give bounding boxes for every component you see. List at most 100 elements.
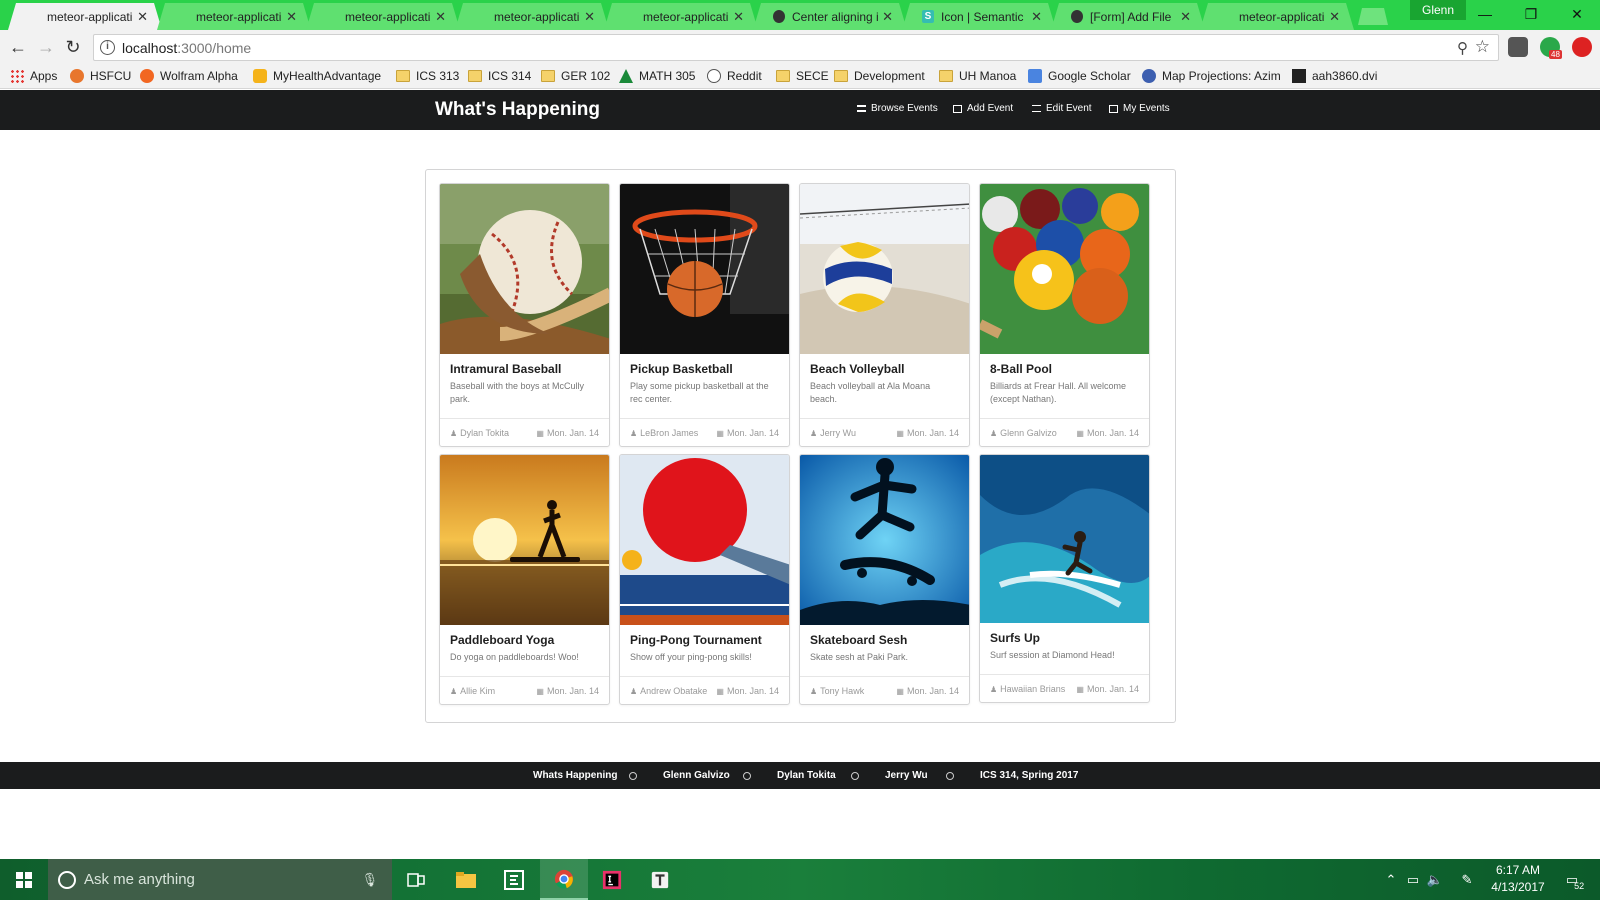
microphone-icon[interactable]: 🎙 bbox=[361, 872, 378, 888]
file-explorer-button[interactable] bbox=[442, 859, 490, 900]
pocket-extension-icon[interactable] bbox=[1508, 37, 1528, 57]
circle-icon bbox=[851, 772, 859, 780]
menu-my-events[interactable]: My Events bbox=[1109, 103, 1170, 114]
footer-item-dylan-tokita[interactable]: Dylan Tokita bbox=[777, 770, 836, 781]
close-icon[interactable]: ✕ bbox=[1031, 9, 1042, 25]
close-icon[interactable]: ✕ bbox=[733, 9, 744, 25]
bookmark-math-305[interactable]: MATH 305 bbox=[619, 69, 695, 83]
event-title[interactable]: Pickup Basketball bbox=[630, 362, 779, 376]
reload-icon[interactable]: ↻ bbox=[62, 36, 84, 58]
profile-button[interactable]: Glenn bbox=[1410, 0, 1467, 20]
footer-item-course[interactable]: ICS 314, Spring 2017 bbox=[980, 770, 1078, 781]
start-button[interactable] bbox=[0, 859, 48, 900]
browser-tab[interactable]: [Form] Add File ✕ bbox=[1051, 3, 1205, 30]
browser-tab[interactable]: meteor-applicati ✕ bbox=[455, 3, 609, 30]
taskbar-clock[interactable]: 6:17 AM 4/13/2017 bbox=[1478, 862, 1558, 896]
browser-tab[interactable]: meteor-applicati ✕ bbox=[8, 3, 162, 30]
event-card[interactable]: Surfs Up Surf session at Diamond Head! ♟… bbox=[979, 454, 1150, 703]
bookmark-map-projections[interactable]: Map Projections: Azim bbox=[1142, 69, 1282, 83]
semantic-ui-icon: S bbox=[922, 10, 934, 24]
event-card[interactable]: Skateboard Sesh Skate sesh at Paki Park.… bbox=[799, 454, 970, 705]
zoom-icon[interactable]: ⚲ bbox=[1457, 39, 1468, 57]
footer-item-jerry-wu[interactable]: Jerry Wu bbox=[885, 770, 928, 781]
menu-add-event[interactable]: Add Event bbox=[953, 103, 1013, 114]
adblock-extension-icon[interactable] bbox=[1572, 37, 1592, 57]
network-icon[interactable]: ▭ bbox=[1402, 859, 1424, 900]
event-organizer: Tony Hawk bbox=[820, 685, 865, 696]
browser-tab[interactable]: meteor-applicati ✕ bbox=[604, 3, 758, 30]
bookmark-google-scholar[interactable]: Google Scholar bbox=[1028, 69, 1131, 83]
task-view-button[interactable] bbox=[392, 859, 440, 900]
close-icon[interactable]: ✕ bbox=[1329, 9, 1340, 25]
intellij-taskbar-button[interactable] bbox=[588, 859, 636, 900]
math-icon bbox=[619, 69, 633, 83]
volume-icon[interactable]: 🔈 bbox=[1424, 859, 1446, 900]
back-icon[interactable]: ← bbox=[7, 36, 29, 58]
event-card[interactable]: Ping-Pong Tournament Show off your ping-… bbox=[619, 454, 790, 705]
bookmark-aah3860[interactable]: aah3860.dvi bbox=[1292, 69, 1377, 83]
event-title[interactable]: 8-Ball Pool bbox=[990, 362, 1139, 376]
event-card[interactable]: Intramural Baseball Baseball with the bo… bbox=[439, 183, 610, 447]
event-card[interactable]: Beach Volleyball Beach volleyball at Ala… bbox=[799, 183, 970, 447]
event-meta: ♟ Dylan Tokita ▦ Mon. Jan. 14 bbox=[440, 418, 609, 446]
bookmark-ics-314[interactable]: ICS 314 bbox=[468, 69, 531, 83]
bookmark-ics-313[interactable]: ICS 313 bbox=[396, 69, 459, 83]
event-title[interactable]: Intramural Baseball bbox=[450, 362, 599, 376]
app-brand[interactable]: What's Happening bbox=[435, 99, 600, 121]
bookmark-hsfcu[interactable]: HSFCU bbox=[70, 69, 131, 83]
forward-icon[interactable]: → bbox=[35, 36, 57, 58]
footer-item-glenn-galvizo[interactable]: Glenn Galvizo bbox=[663, 770, 730, 781]
bookmark-reddit[interactable]: Reddit bbox=[707, 69, 762, 83]
event-card[interactable]: 8-Ball Pool Billiards at Frear Hall. All… bbox=[979, 183, 1150, 447]
event-title[interactable]: Paddleboard Yoga bbox=[450, 633, 599, 647]
event-card[interactable]: Paddleboard Yoga Do yoga on paddleboards… bbox=[439, 454, 610, 705]
bookmark-sece[interactable]: SECE bbox=[776, 69, 829, 83]
cortana-search-box[interactable]: Ask me anything 🎙 bbox=[48, 859, 392, 900]
event-title[interactable]: Skateboard Sesh bbox=[810, 633, 959, 647]
close-icon[interactable]: ✕ bbox=[286, 9, 297, 25]
show-hidden-icons[interactable]: ⌃ bbox=[1380, 859, 1402, 900]
minimize-button[interactable]: — bbox=[1462, 0, 1508, 30]
close-icon[interactable]: ✕ bbox=[882, 9, 893, 25]
close-icon[interactable]: ✕ bbox=[584, 9, 595, 25]
chrome-taskbar-button[interactable] bbox=[540, 859, 588, 900]
event-description: Do yoga on paddleboards! Woo! bbox=[450, 652, 579, 662]
calendar-icon: ▦ bbox=[536, 686, 544, 696]
footer-item-whats-happening[interactable]: Whats Happening bbox=[533, 770, 617, 781]
event-title[interactable]: Surfs Up bbox=[990, 631, 1139, 645]
pen-icon[interactable]: ✎ bbox=[1456, 859, 1478, 900]
event-meta: ♟ Hawaiian Brians ▦ Mon. Jan. 14 bbox=[980, 674, 1149, 702]
action-center-button[interactable]: ▭ 52 bbox=[1558, 859, 1592, 900]
bookmark-wolfram-alpha[interactable]: Wolfram Alpha bbox=[140, 69, 238, 83]
bookmark-myhealthadvantage[interactable]: MyHealthAdvantage bbox=[253, 69, 381, 83]
bookmark-uh-manoa[interactable]: UH Manoa bbox=[939, 69, 1016, 83]
url-text[interactable]: localhost:3000/home bbox=[122, 40, 251, 56]
bookmark-star-icon[interactable]: ☆ bbox=[1475, 37, 1490, 57]
close-window-button[interactable]: ✕ bbox=[1554, 0, 1600, 30]
bookmark-apps[interactable]: Apps bbox=[10, 69, 57, 83]
new-tab-button[interactable] bbox=[1358, 8, 1388, 25]
bookmark-development[interactable]: Development bbox=[834, 69, 925, 83]
browser-tab[interactable]: meteor-applicati ✕ bbox=[306, 3, 460, 30]
close-icon[interactable]: ✕ bbox=[435, 9, 446, 25]
info-icon[interactable]: i bbox=[100, 40, 115, 55]
browser-tab[interactable]: meteor-applicati ✕ bbox=[157, 3, 311, 30]
editor-app-button[interactable] bbox=[490, 859, 538, 900]
event-title[interactable]: Ping-Pong Tournament bbox=[630, 633, 779, 647]
typora-taskbar-button[interactable] bbox=[636, 859, 684, 900]
bookmark-ger-102[interactable]: GER 102 bbox=[541, 69, 610, 83]
menu-browse-events[interactable]: Browse Events bbox=[857, 103, 938, 114]
close-icon[interactable]: ✕ bbox=[137, 9, 148, 25]
menu-edit-event[interactable]: Edit Event bbox=[1032, 103, 1092, 114]
restore-button[interactable]: ❐ bbox=[1508, 0, 1554, 30]
tab-label: Icon | Semantic U bbox=[941, 9, 1028, 24]
event-title[interactable]: Beach Volleyball bbox=[810, 362, 959, 376]
chrome-icon bbox=[554, 869, 574, 889]
browser-tab[interactable]: Center aligning i ✕ bbox=[753, 3, 907, 30]
close-icon[interactable]: ✕ bbox=[1180, 9, 1191, 25]
user-icon: ♟ bbox=[810, 686, 818, 696]
browser-tab[interactable]: S Icon | Semantic U ✕ bbox=[902, 3, 1056, 30]
event-card[interactable]: Pickup Basketball Play some pickup baske… bbox=[619, 183, 790, 447]
address-bar[interactable]: i localhost:3000/home ⚲ ☆ bbox=[93, 34, 1499, 61]
browser-tab[interactable]: meteor-applicati ✕ bbox=[1200, 3, 1354, 30]
